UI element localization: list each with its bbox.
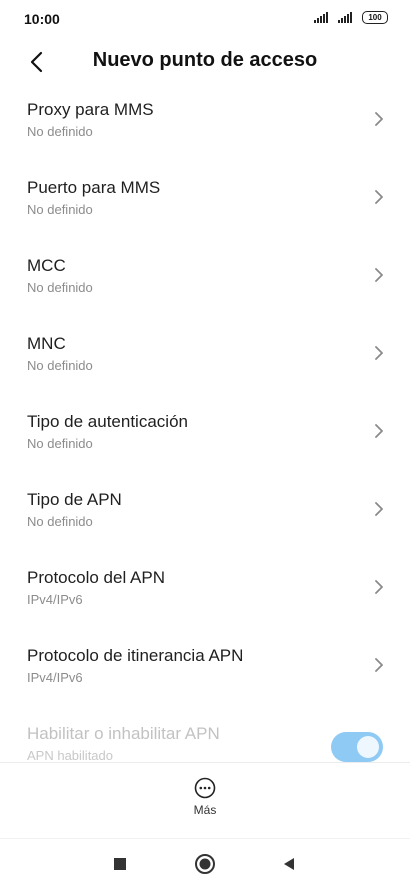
back-nav-button[interactable] bbox=[276, 851, 302, 877]
toggle-knob bbox=[357, 736, 379, 758]
list-item-mcc[interactable]: MCC No definido bbox=[0, 242, 410, 320]
home-button[interactable] bbox=[192, 851, 218, 877]
apn-enabled-toggle[interactable] bbox=[331, 732, 383, 762]
item-title: Proxy para MMS bbox=[27, 100, 154, 119]
list-item-mnc[interactable]: MNC No definido bbox=[0, 320, 410, 398]
list-item-protocolo-itinerancia[interactable]: Protocolo de itinerancia APN IPv4/IPv6 bbox=[0, 632, 410, 710]
more-button[interactable]: Más bbox=[175, 777, 235, 829]
status-bar: 10:00 100 bbox=[0, 0, 410, 36]
chevron-right-icon bbox=[375, 190, 383, 204]
item-title: MCC bbox=[27, 256, 66, 275]
item-title: Habilitar o inhabilitar APN bbox=[27, 724, 220, 743]
more-label: Más bbox=[193, 803, 217, 817]
chevron-right-icon bbox=[375, 346, 383, 360]
page-title: Nuevo punto de acceso bbox=[92, 49, 318, 71]
screen: 10:00 100 Nuevo punto de acceso Proxy pa… bbox=[0, 0, 410, 888]
chevron-right-icon bbox=[375, 112, 383, 126]
status-icons: 100 bbox=[314, 11, 388, 24]
item-title: Protocolo del APN bbox=[27, 568, 165, 587]
item-value: No definido bbox=[27, 358, 93, 373]
more-dots-icon bbox=[194, 777, 216, 799]
item-title: MNC bbox=[27, 334, 66, 353]
item-title: Tipo de APN bbox=[27, 490, 122, 509]
circle-home-icon bbox=[195, 854, 215, 874]
header: Nuevo punto de acceso bbox=[0, 40, 410, 84]
signal-icon bbox=[338, 12, 358, 23]
item-value: No definido bbox=[27, 202, 93, 217]
chevron-right-icon bbox=[375, 268, 383, 282]
triangle-back-icon bbox=[284, 858, 294, 870]
settings-list: Proxy para MMS No definido Puerto para M… bbox=[0, 86, 410, 762]
item-value: No definido bbox=[27, 124, 93, 139]
chevron-right-icon bbox=[375, 502, 383, 516]
item-value: IPv4/IPv6 bbox=[27, 670, 83, 685]
battery-icon: 100 bbox=[362, 11, 388, 24]
action-bar: Más bbox=[0, 762, 410, 839]
item-title: Tipo de autenticación bbox=[27, 412, 188, 431]
list-item-protocolo-apn[interactable]: Protocolo del APN IPv4/IPv6 bbox=[0, 554, 410, 632]
item-value: No definido bbox=[27, 280, 93, 295]
recents-button[interactable] bbox=[107, 851, 133, 877]
chevron-right-icon bbox=[375, 580, 383, 594]
status-time: 10:00 bbox=[24, 11, 60, 27]
square-recents-icon bbox=[114, 858, 126, 870]
item-value: IPv4/IPv6 bbox=[27, 592, 83, 607]
list-item-puerto-mms[interactable]: Puerto para MMS No definido bbox=[0, 164, 410, 242]
chevron-right-icon bbox=[375, 424, 383, 438]
item-title: Protocolo de itinerancia APN bbox=[27, 646, 244, 665]
chevron-right-icon bbox=[375, 658, 383, 672]
list-item-tipo-autenticacion[interactable]: Tipo de autenticación No definido bbox=[0, 398, 410, 476]
nav-bar bbox=[0, 838, 410, 888]
item-value: APN habilitado bbox=[27, 748, 113, 762]
item-value: No definido bbox=[27, 514, 93, 529]
list-item-habilitar-apn: Habilitar o inhabilitar APN APN habilita… bbox=[0, 710, 410, 762]
signal-icon bbox=[314, 12, 334, 23]
item-value: No definido bbox=[27, 436, 93, 451]
list-item-tipo-apn[interactable]: Tipo de APN No definido bbox=[0, 476, 410, 554]
item-title: Puerto para MMS bbox=[27, 178, 161, 197]
list-item-proxy-mms[interactable]: Proxy para MMS No definido bbox=[0, 86, 410, 164]
